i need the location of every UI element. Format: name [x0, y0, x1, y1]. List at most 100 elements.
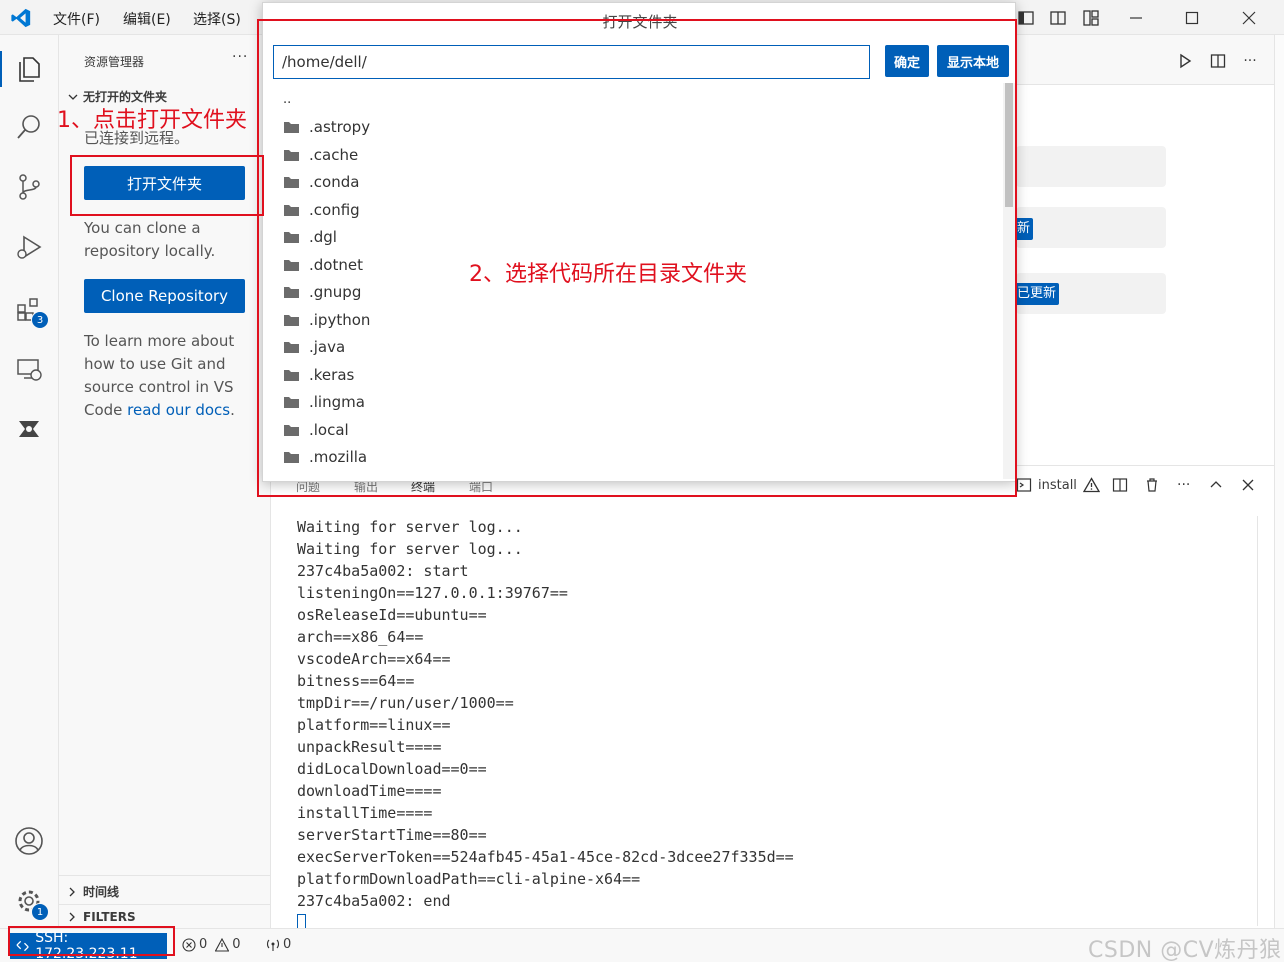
remote-indicator[interactable]: SSH: 172.23.223.11	[10, 930, 167, 962]
parent-folder-entry[interactable]: ..	[283, 87, 291, 111]
error-count: 0	[199, 937, 208, 952]
customize-layout-icon[interactable]	[1079, 6, 1103, 30]
status-bar: SSH: 172.23.223.11 0 0 0 CSDN @CV炼丹狼	[0, 928, 1284, 962]
annotation-step1: 1、点击打开文件夹	[57, 108, 247, 133]
folder-item[interactable]: .mozilla	[283, 445, 367, 469]
panel-more-icon[interactable]: ···	[1177, 474, 1190, 496]
folder-item[interactable]: .config	[283, 198, 360, 222]
folder-item[interactable]: .keras	[283, 363, 354, 387]
dialog-title: 打开文件夹	[602, 13, 678, 31]
clone-repository-button[interactable]: Clone Repository	[84, 279, 245, 313]
folder-icon	[283, 450, 300, 464]
open-folder-dialog: 打开文件夹 确定 显示本地 .. .astropy .cache .conda .con…	[262, 2, 1016, 482]
source-control-icon[interactable]	[11, 169, 47, 205]
menu-selection[interactable]: 选择(S)	[193, 9, 241, 29]
folder-item[interactable]: .cache	[283, 143, 358, 167]
folder-icon	[283, 395, 300, 409]
extensions-badge: 3	[31, 311, 49, 329]
explorer-icon[interactable]	[0, 51, 47, 87]
terminal-line: platformDownloadPath==cli-alpine-x64==	[297, 870, 641, 888]
folder-icon	[283, 258, 300, 272]
ports-status[interactable]: 0	[266, 937, 291, 952]
welcome-card[interactable]	[1016, 146, 1166, 187]
warning-icon	[215, 937, 230, 952]
run-debug-icon[interactable]	[11, 229, 47, 265]
ai-assistant-icon[interactable]	[11, 411, 47, 447]
remote-icon	[16, 940, 29, 952]
editor-more-icon[interactable]: ···	[1240, 51, 1260, 71]
vscode-logo-icon	[11, 8, 31, 28]
filters-label: FILTERS	[83, 910, 136, 924]
folder-item[interactable]: .conda	[283, 170, 359, 194]
terminal-line: listeningOn==127.0.0.1:39767==	[297, 584, 568, 602]
terminal-line: platform==linux==	[297, 716, 451, 734]
split-terminal-icon[interactable]	[1112, 474, 1128, 496]
filters-section[interactable]: FILTERS	[67, 910, 136, 924]
trash-icon[interactable]	[1144, 474, 1160, 496]
split-editor-icon[interactable]	[1208, 51, 1228, 71]
folder-name: .dgl	[309, 228, 337, 246]
chevron-right-icon	[69, 887, 75, 896]
menu-edit[interactable]: 编辑(E)	[123, 9, 171, 29]
folder-icon	[283, 340, 300, 354]
extensions-icon[interactable]: 3	[11, 291, 49, 329]
more-actions-icon[interactable]: ···	[232, 49, 248, 65]
timeline-section[interactable]: 时间线	[67, 883, 119, 900]
bottom-panel: 问题 输出 终端 端口 install ··· Waiting for serv…	[272, 465, 1284, 934]
folder-item[interactable]: .local	[283, 418, 349, 442]
folder-name: .keras	[309, 365, 355, 384]
welcome-card[interactable]	[1016, 207, 1166, 248]
folder-item[interactable]: .dotnet	[283, 253, 363, 277]
learn-text: To learn more about how to use Git and s…	[84, 330, 264, 422]
sidebar-title: 资源管理器	[84, 55, 145, 69]
settings-gear-icon[interactable]: 1	[11, 883, 49, 921]
new-badge: 新	[1014, 218, 1034, 240]
close-window-icon[interactable]	[1237, 6, 1261, 30]
folder-icon	[283, 313, 300, 327]
folder-item[interactable]: .ipython	[283, 308, 370, 332]
chevron-right-icon	[69, 912, 75, 922]
read-docs-link[interactable]: read our docs	[127, 401, 230, 419]
minimize-icon[interactable]	[1124, 6, 1148, 30]
warning-icon	[1082, 477, 1100, 493]
menu-file[interactable]: 文件(F)	[53, 9, 100, 29]
confirm-button[interactable]: 确定	[885, 45, 929, 77]
terminal-line: installTime====	[297, 804, 433, 822]
divider	[59, 904, 271, 905]
folder-item[interactable]: .gnupg	[283, 280, 361, 304]
panel-scrollbar[interactable]	[1257, 516, 1258, 926]
search-icon[interactable]	[11, 109, 47, 145]
chevron-down-icon	[68, 94, 78, 100]
folder-name: .config	[309, 200, 360, 219]
folder-item-partial[interactable]	[283, 473, 300, 478]
folder-name: .conda	[309, 173, 360, 191]
updated-badge: 已更新	[1014, 283, 1060, 305]
watermark: CSDN @CV炼丹狼	[1088, 938, 1282, 962]
terminal-instance[interactable]: install	[1016, 474, 1100, 496]
terminal-output[interactable]: Waiting for server log... Waiting for ser…	[297, 516, 794, 934]
folder-item[interactable]: .astropy	[283, 115, 370, 139]
folder-item[interactable]: .java	[283, 335, 345, 359]
folder-item[interactable]: .dgl	[283, 225, 337, 249]
terminal-line: osReleaseId==ubuntu==	[297, 606, 487, 624]
path-input[interactable]	[273, 45, 870, 79]
show-local-button[interactable]: 显示本地	[937, 45, 1009, 77]
accounts-icon[interactable]	[11, 823, 47, 859]
open-folder-button[interactable]: 打开文件夹	[84, 166, 245, 200]
problems-status[interactable]: 0 0	[182, 937, 241, 952]
activity-bar: 3 1	[0, 35, 59, 928]
terminal-line: Waiting for server log...	[297, 540, 523, 558]
run-icon[interactable]	[1175, 51, 1195, 71]
terminal-line: 237c4ba5a002: start	[297, 562, 469, 580]
remote-explorer-icon[interactable]	[11, 351, 47, 387]
toggle-sidebar-icon[interactable]	[1014, 6, 1038, 30]
folder-item[interactable]: .lingma	[283, 390, 365, 414]
terminal-line: bitness==64==	[297, 672, 415, 690]
dialog-scrollbar[interactable]	[1003, 83, 1015, 479]
maximize-icon[interactable]	[1180, 6, 1204, 30]
toggle-panel-icon[interactable]	[1046, 6, 1070, 30]
terminal-line: 237c4ba5a002: end	[297, 892, 451, 910]
scrollbar-thumb[interactable]	[1005, 83, 1013, 207]
close-panel-icon[interactable]	[1242, 474, 1254, 496]
maximize-panel-icon[interactable]	[1209, 474, 1223, 496]
